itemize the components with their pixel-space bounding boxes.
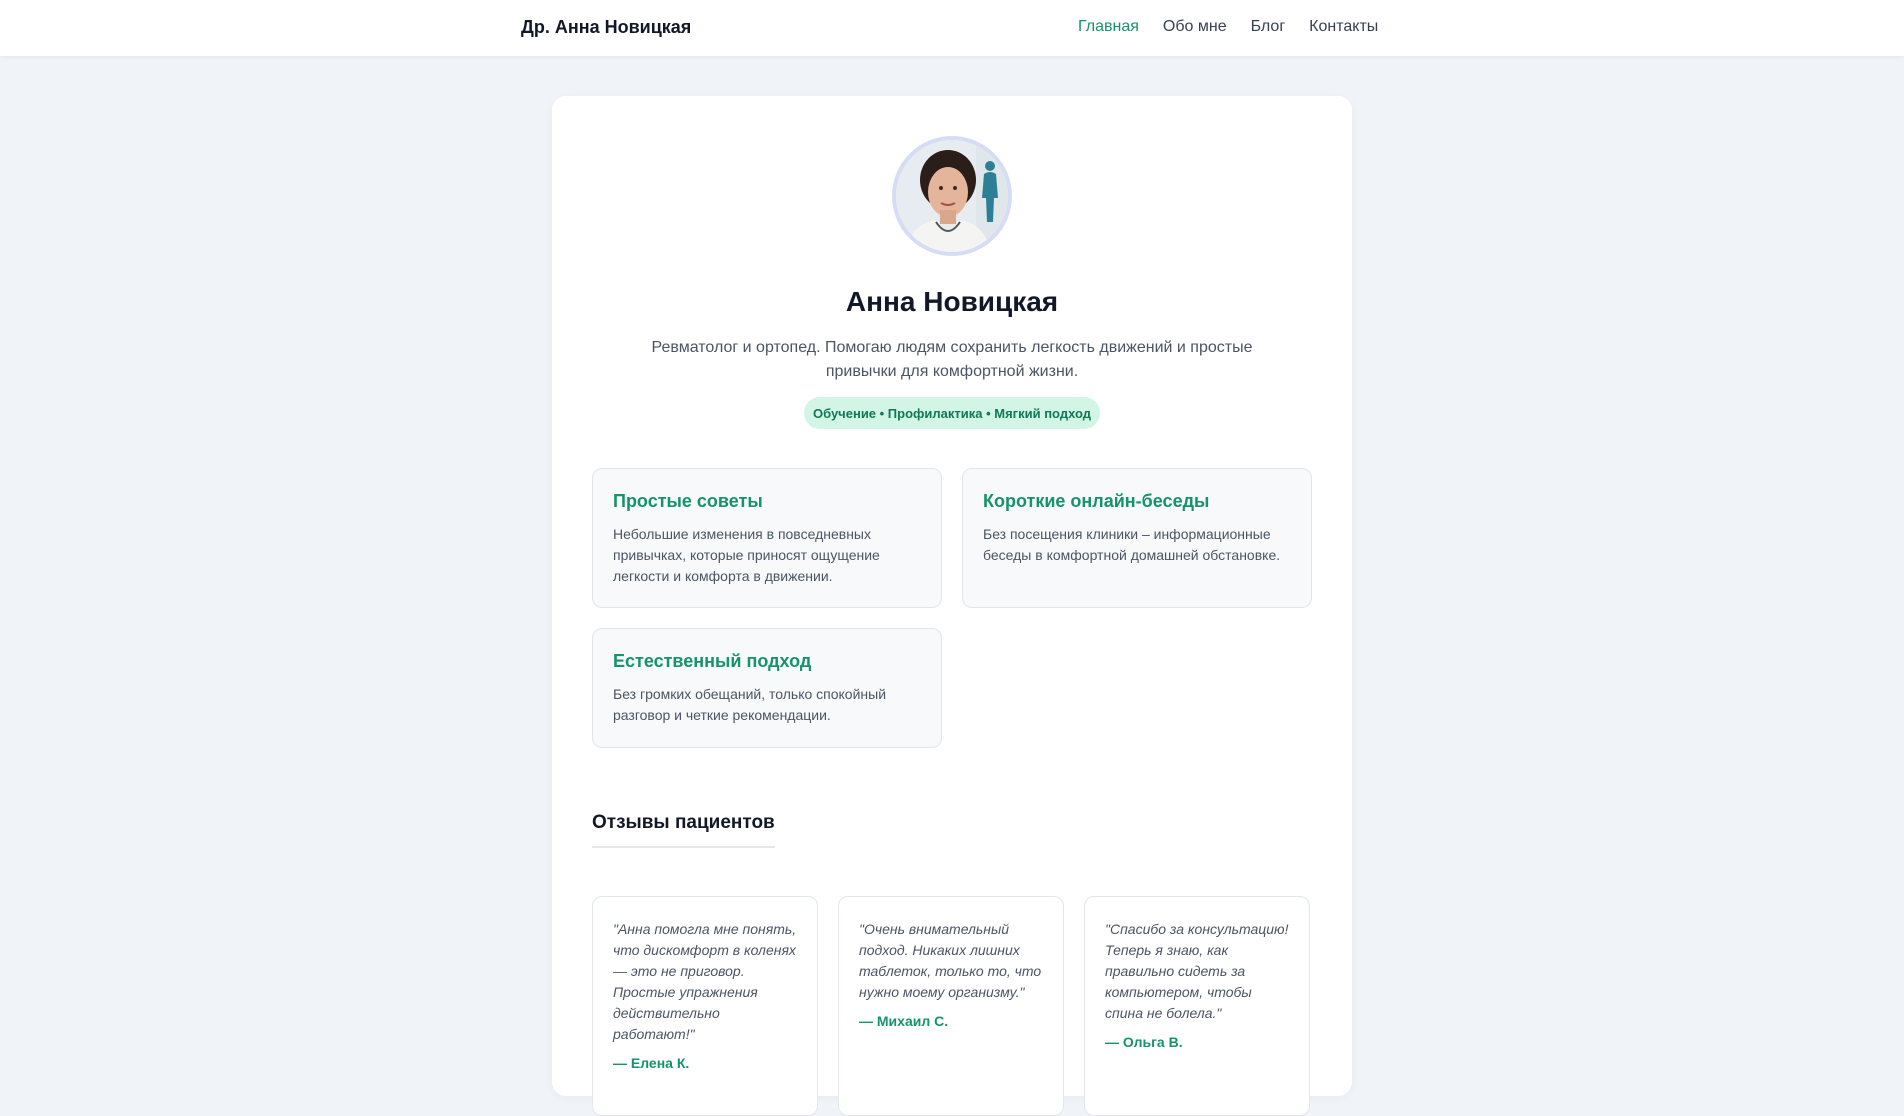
main-nav: Главная Обо мне Блог Контакты [1078, 18, 1378, 36]
review-quote: "Анна помогла мне понять, что дискомфорт… [613, 921, 797, 1042]
review-author: — Михаил С. [859, 1013, 949, 1029]
feature-card-online-talks: Короткие онлайн-беседы Без посещения кли… [962, 468, 1312, 608]
top-navbar: Др. Анна Новицкая Главная Обо мне Блог К… [0, 0, 1904, 56]
feature-text: Без громких обещаний, только спокойный р… [613, 686, 887, 723]
nav-link-about[interactable]: Обо мне [1163, 18, 1227, 36]
feature-text: Без посещения клиники – информационные б… [983, 526, 1281, 563]
feature-title: Простые советы [613, 491, 763, 511]
review-card: "Анна помогла мне понять, что дискомфорт… [592, 896, 818, 1116]
profile-name: Анна Новицкая [845, 286, 1059, 317]
profile-bio: Ревматолог и ортопед. Помогаю людям сохр… [651, 339, 1253, 380]
nav-link-contacts[interactable]: Контакты [1309, 18, 1378, 36]
site-brand[interactable]: Др. Анна Новицкая [521, 17, 691, 38]
feature-card-natural-approach: Естественный подход Без громких обещаний… [592, 628, 942, 748]
review-card: "Очень внимательный подход. Никаких лишн… [838, 896, 1064, 1116]
nav-link-blog[interactable]: Блог [1251, 18, 1286, 36]
profile-card: Анна Новицкая Ревматолог и ортопед. Помо… [552, 96, 1352, 1116]
doctor-portrait-icon [896, 140, 1008, 252]
review-card: "Спасибо за консультацию! Теперь я знаю,… [1084, 896, 1310, 1116]
reviews-heading: Отзывы пациентов [592, 812, 775, 848]
nav-link-home[interactable]: Главная [1078, 18, 1139, 36]
feature-text: Небольшие изменения в повседневных привы… [613, 526, 880, 584]
avatar [892, 136, 1012, 256]
feature-title: Короткие онлайн-беседы [983, 491, 1210, 511]
feature-title: Естественный подход [613, 651, 812, 671]
feature-card-simple-tips: Простые советы Небольшие изменения в пов… [592, 468, 942, 608]
review-quote: "Спасибо за консультацию! Теперь я знаю,… [1105, 921, 1289, 1021]
review-author: — Елена К. [613, 1055, 690, 1071]
specialty-tags-badge: Обучение • Профилактика • Мягкий подход [804, 397, 1100, 429]
review-author: — Ольга В. [1105, 1034, 1183, 1050]
review-quote: "Очень внимательный подход. Никаких лишн… [859, 921, 1042, 1000]
